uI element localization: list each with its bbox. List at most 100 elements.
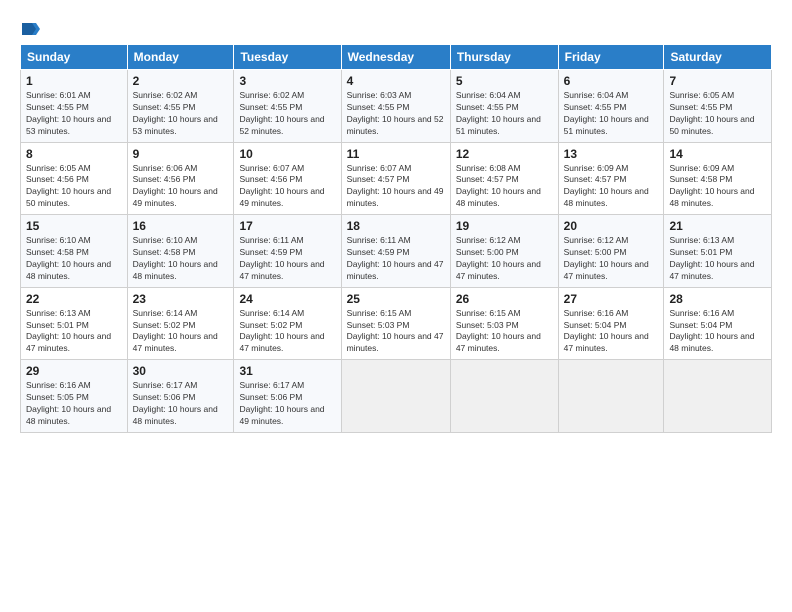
page: SundayMondayTuesdayWednesdayThursdayFrid… xyxy=(0,0,792,443)
calendar-cell: 21 Sunrise: 6:13 AMSunset: 5:01 PMDaylig… xyxy=(664,215,772,288)
calendar-cell xyxy=(558,360,664,433)
day-info: Sunrise: 6:07 AMSunset: 4:57 PMDaylight:… xyxy=(347,163,445,211)
day-number: 2 xyxy=(133,74,229,88)
day-number: 14 xyxy=(669,147,766,161)
calendar-cell: 23 Sunrise: 6:14 AMSunset: 5:02 PMDaylig… xyxy=(127,287,234,360)
day-number: 28 xyxy=(669,292,766,306)
day-number: 24 xyxy=(239,292,335,306)
day-number: 8 xyxy=(26,147,122,161)
day-number: 20 xyxy=(564,219,659,233)
calendar-cell: 29 Sunrise: 6:16 AMSunset: 5:05 PMDaylig… xyxy=(21,360,128,433)
day-info: Sunrise: 6:09 AMSunset: 4:58 PMDaylight:… xyxy=(669,163,766,211)
day-info: Sunrise: 6:10 AMSunset: 4:58 PMDaylight:… xyxy=(26,235,122,283)
day-info: Sunrise: 6:16 AMSunset: 5:05 PMDaylight:… xyxy=(26,380,122,428)
calendar-cell: 18 Sunrise: 6:11 AMSunset: 4:59 PMDaylig… xyxy=(341,215,450,288)
day-info: Sunrise: 6:11 AMSunset: 4:59 PMDaylight:… xyxy=(347,235,445,283)
calendar-header-sunday: Sunday xyxy=(21,45,128,70)
day-number: 6 xyxy=(564,74,659,88)
day-info: Sunrise: 6:02 AMSunset: 4:55 PMDaylight:… xyxy=(239,90,335,138)
day-info: Sunrise: 6:06 AMSunset: 4:56 PMDaylight:… xyxy=(133,163,229,211)
day-number: 27 xyxy=(564,292,659,306)
calendar-header-thursday: Thursday xyxy=(450,45,558,70)
calendar-cell: 24 Sunrise: 6:14 AMSunset: 5:02 PMDaylig… xyxy=(234,287,341,360)
calendar-cell: 15 Sunrise: 6:10 AMSunset: 4:58 PMDaylig… xyxy=(21,215,128,288)
calendar-cell: 30 Sunrise: 6:17 AMSunset: 5:06 PMDaylig… xyxy=(127,360,234,433)
day-info: Sunrise: 6:17 AMSunset: 5:06 PMDaylight:… xyxy=(133,380,229,428)
calendar-cell: 25 Sunrise: 6:15 AMSunset: 5:03 PMDaylig… xyxy=(341,287,450,360)
day-number: 19 xyxy=(456,219,553,233)
day-number: 7 xyxy=(669,74,766,88)
calendar-cell: 14 Sunrise: 6:09 AMSunset: 4:58 PMDaylig… xyxy=(664,142,772,215)
calendar-cell: 3 Sunrise: 6:02 AMSunset: 4:55 PMDayligh… xyxy=(234,70,341,143)
day-number: 17 xyxy=(239,219,335,233)
calendar-cell: 5 Sunrise: 6:04 AMSunset: 4:55 PMDayligh… xyxy=(450,70,558,143)
calendar-header-wednesday: Wednesday xyxy=(341,45,450,70)
day-info: Sunrise: 6:17 AMSunset: 5:06 PMDaylight:… xyxy=(239,380,335,428)
calendar-header-friday: Friday xyxy=(558,45,664,70)
calendar-cell: 12 Sunrise: 6:08 AMSunset: 4:57 PMDaylig… xyxy=(450,142,558,215)
day-info: Sunrise: 6:07 AMSunset: 4:56 PMDaylight:… xyxy=(239,163,335,211)
calendar-cell xyxy=(450,360,558,433)
calendar-cell: 9 Sunrise: 6:06 AMSunset: 4:56 PMDayligh… xyxy=(127,142,234,215)
day-info: Sunrise: 6:03 AMSunset: 4:55 PMDaylight:… xyxy=(347,90,445,138)
day-number: 5 xyxy=(456,74,553,88)
calendar-cell xyxy=(341,360,450,433)
calendar-cell: 11 Sunrise: 6:07 AMSunset: 4:57 PMDaylig… xyxy=(341,142,450,215)
day-number: 15 xyxy=(26,219,122,233)
day-number: 9 xyxy=(133,147,229,161)
calendar-cell: 8 Sunrise: 6:05 AMSunset: 4:56 PMDayligh… xyxy=(21,142,128,215)
day-number: 23 xyxy=(133,292,229,306)
calendar-cell: 17 Sunrise: 6:11 AMSunset: 4:59 PMDaylig… xyxy=(234,215,341,288)
logo xyxy=(20,18,42,38)
calendar-week-row: 22 Sunrise: 6:13 AMSunset: 5:01 PMDaylig… xyxy=(21,287,772,360)
day-number: 18 xyxy=(347,219,445,233)
day-info: Sunrise: 6:16 AMSunset: 5:04 PMDaylight:… xyxy=(564,308,659,356)
calendar-header-row: SundayMondayTuesdayWednesdayThursdayFrid… xyxy=(21,45,772,70)
day-info: Sunrise: 6:15 AMSunset: 5:03 PMDaylight:… xyxy=(456,308,553,356)
day-info: Sunrise: 6:04 AMSunset: 4:55 PMDaylight:… xyxy=(456,90,553,138)
day-info: Sunrise: 6:08 AMSunset: 4:57 PMDaylight:… xyxy=(456,163,553,211)
day-info: Sunrise: 6:14 AMSunset: 5:02 PMDaylight:… xyxy=(133,308,229,356)
day-info: Sunrise: 6:16 AMSunset: 5:04 PMDaylight:… xyxy=(669,308,766,356)
day-info: Sunrise: 6:05 AMSunset: 4:56 PMDaylight:… xyxy=(26,163,122,211)
calendar-cell: 16 Sunrise: 6:10 AMSunset: 4:58 PMDaylig… xyxy=(127,215,234,288)
day-info: Sunrise: 6:09 AMSunset: 4:57 PMDaylight:… xyxy=(564,163,659,211)
calendar-week-row: 8 Sunrise: 6:05 AMSunset: 4:56 PMDayligh… xyxy=(21,142,772,215)
day-number: 11 xyxy=(347,147,445,161)
calendar-cell: 22 Sunrise: 6:13 AMSunset: 5:01 PMDaylig… xyxy=(21,287,128,360)
day-number: 16 xyxy=(133,219,229,233)
day-info: Sunrise: 6:10 AMSunset: 4:58 PMDaylight:… xyxy=(133,235,229,283)
day-number: 12 xyxy=(456,147,553,161)
day-info: Sunrise: 6:01 AMSunset: 4:55 PMDaylight:… xyxy=(26,90,122,138)
day-info: Sunrise: 6:13 AMSunset: 5:01 PMDaylight:… xyxy=(669,235,766,283)
calendar-header-tuesday: Tuesday xyxy=(234,45,341,70)
day-number: 1 xyxy=(26,74,122,88)
day-number: 30 xyxy=(133,364,229,378)
calendar-cell xyxy=(664,360,772,433)
day-number: 31 xyxy=(239,364,335,378)
header xyxy=(20,18,772,38)
calendar-week-row: 15 Sunrise: 6:10 AMSunset: 4:58 PMDaylig… xyxy=(21,215,772,288)
day-number: 3 xyxy=(239,74,335,88)
calendar-week-row: 1 Sunrise: 6:01 AMSunset: 4:55 PMDayligh… xyxy=(21,70,772,143)
day-info: Sunrise: 6:14 AMSunset: 5:02 PMDaylight:… xyxy=(239,308,335,356)
day-number: 21 xyxy=(669,219,766,233)
calendar-cell: 20 Sunrise: 6:12 AMSunset: 5:00 PMDaylig… xyxy=(558,215,664,288)
day-info: Sunrise: 6:12 AMSunset: 5:00 PMDaylight:… xyxy=(564,235,659,283)
calendar-cell: 28 Sunrise: 6:16 AMSunset: 5:04 PMDaylig… xyxy=(664,287,772,360)
day-number: 4 xyxy=(347,74,445,88)
calendar-header-monday: Monday xyxy=(127,45,234,70)
calendar-cell: 10 Sunrise: 6:07 AMSunset: 4:56 PMDaylig… xyxy=(234,142,341,215)
calendar-cell: 19 Sunrise: 6:12 AMSunset: 5:00 PMDaylig… xyxy=(450,215,558,288)
day-number: 13 xyxy=(564,147,659,161)
calendar-header-saturday: Saturday xyxy=(664,45,772,70)
day-number: 29 xyxy=(26,364,122,378)
day-info: Sunrise: 6:05 AMSunset: 4:55 PMDaylight:… xyxy=(669,90,766,138)
day-info: Sunrise: 6:04 AMSunset: 4:55 PMDaylight:… xyxy=(564,90,659,138)
day-number: 10 xyxy=(239,147,335,161)
day-number: 25 xyxy=(347,292,445,306)
logo-icon xyxy=(22,20,40,38)
day-info: Sunrise: 6:15 AMSunset: 5:03 PMDaylight:… xyxy=(347,308,445,356)
calendar-cell: 2 Sunrise: 6:02 AMSunset: 4:55 PMDayligh… xyxy=(127,70,234,143)
calendar-cell: 13 Sunrise: 6:09 AMSunset: 4:57 PMDaylig… xyxy=(558,142,664,215)
